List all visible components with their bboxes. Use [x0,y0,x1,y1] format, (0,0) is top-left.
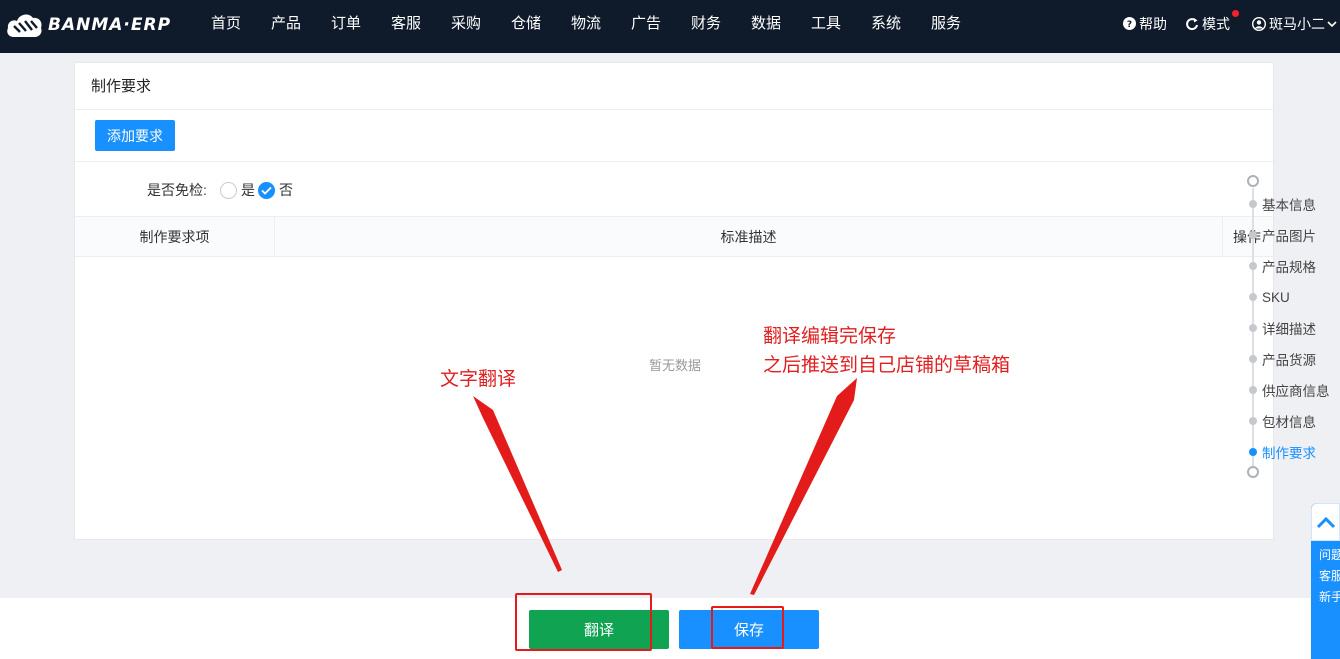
arrow-to-save-note [750,378,857,595]
chevron-up-icon [1316,516,1335,528]
feedback-widget: 问题建议 客服咨询 新手必看 [1311,503,1340,659]
arrow-to-translate-note [473,396,562,572]
feedback-item-guide[interactable]: 新手必看 [1311,590,1340,604]
feedback-item-suggestions[interactable]: 问题建议 [1311,548,1340,562]
feedback-item-support[interactable]: 客服咨询 [1311,569,1340,583]
annotation-arrows [473,378,857,595]
scroll-to-top-button[interactable] [1311,503,1340,541]
